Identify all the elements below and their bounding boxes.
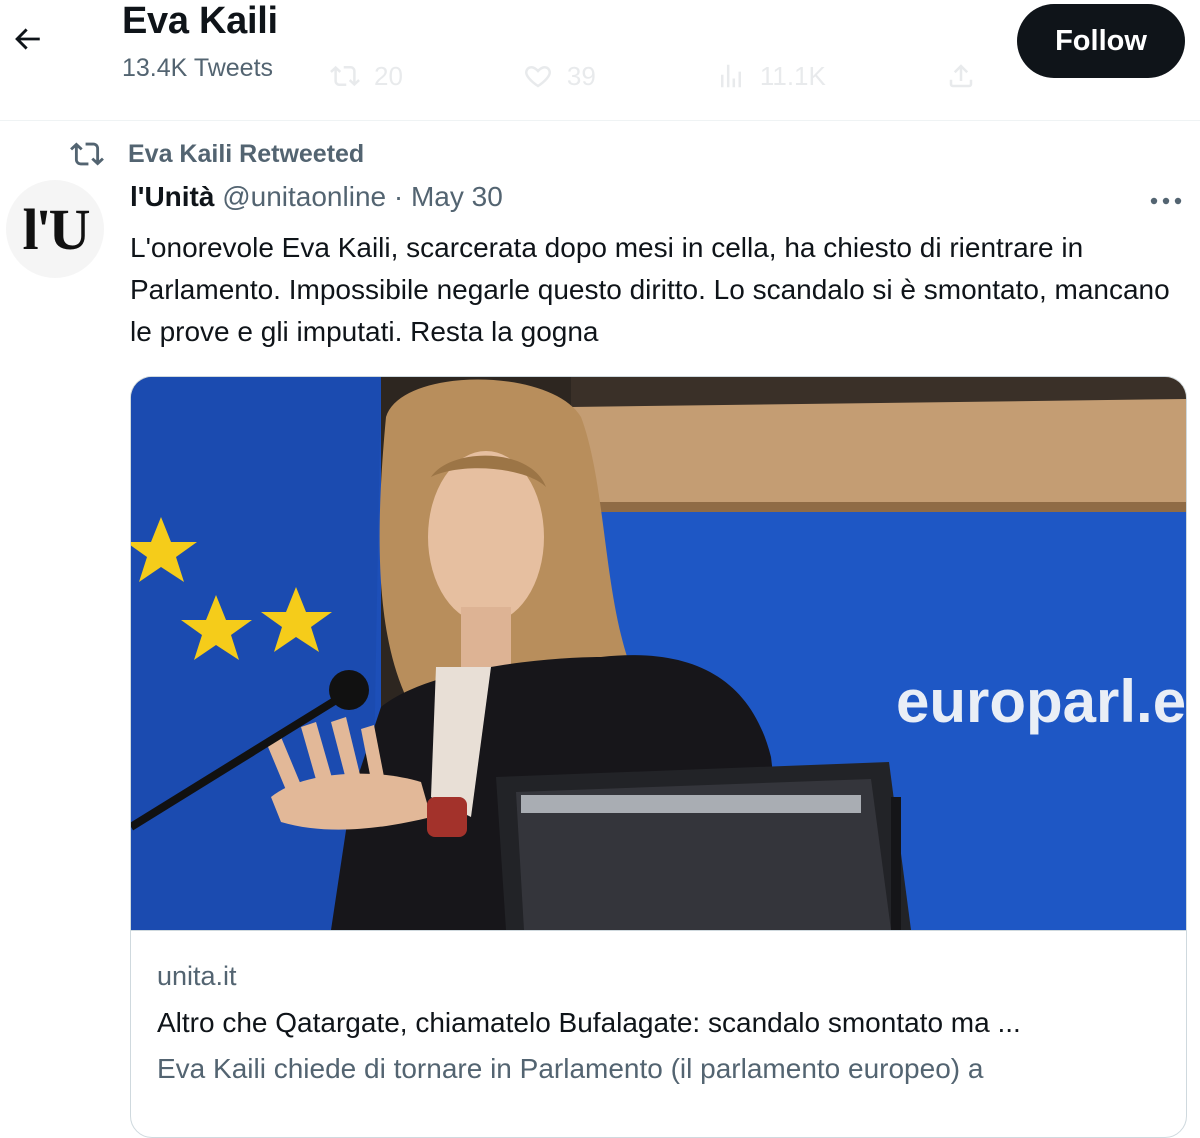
ghost-retweet: 20: [330, 61, 403, 92]
card-title: Altro che Qatargate, chiamatelo Bufalaga…: [157, 1007, 1021, 1038]
retweet-icon: [70, 142, 104, 166]
ghost-views: 11.1K: [716, 61, 826, 92]
author-handle[interactable]: @unitaonline: [222, 181, 386, 212]
tweet-text: L'onorevole Eva Kaili, scarcerata dopo m…: [130, 232, 1170, 347]
tweet-date[interactable]: May 30: [411, 181, 503, 212]
retweeted-by-label: Eva Kaili Retweeted: [128, 139, 365, 168]
retweet-icon: [330, 65, 360, 87]
sign-text: europarl.e: [896, 668, 1186, 735]
card-description: Eva Kaili chiede di tornare in Parlament…: [157, 1053, 984, 1084]
ghost-retweet-count: 20: [374, 60, 403, 91]
back-button[interactable]: [2, 14, 52, 64]
views-icon: [720, 64, 741, 88]
follow-button[interactable]: Follow: [1017, 4, 1185, 78]
faded-tweet-actions: 20 39 11.1K: [330, 58, 1096, 94]
ghost-like-count: 39: [566, 60, 596, 91]
retweet-context[interactable]: Eva Kaili Retweeted: [70, 136, 364, 172]
tweet-count: 13.4K Tweets: [122, 54, 274, 82]
more-button[interactable]: [1146, 186, 1186, 216]
ghost-like: 39: [523, 61, 596, 92]
header-separator: ·: [393, 181, 404, 212]
card-image[interactable]: europarl.e: [131, 377, 1186, 930]
card-text-section: unita.it Altro che Qatargate, chiamatelo…: [131, 930, 1186, 1084]
avatar[interactable]: l'U: [6, 180, 104, 278]
ghost-share: [946, 61, 976, 91]
card-domain: unita.it: [157, 961, 237, 991]
profile-name: Eva Kaili: [122, 0, 278, 42]
arrow-left-icon: [15, 28, 40, 50]
author-name[interactable]: l'Unità: [130, 181, 214, 212]
more-dots-icon: [1150, 197, 1182, 205]
avatar-logo-text: l'U: [22, 196, 90, 262]
profile-header: 20 39 11.1K Eva Kaili 13.4K Tweets Follo…: [0, 0, 1200, 121]
tweet-header: l'Unità @unitaonline · May 30: [130, 181, 503, 213]
share-icon: [949, 64, 973, 88]
heart-icon: [524, 65, 551, 88]
link-card[interactable]: europarl.e unita.it Altro che Qatargate,…: [130, 376, 1187, 1138]
ghost-views-count: 11.1K: [759, 60, 826, 91]
